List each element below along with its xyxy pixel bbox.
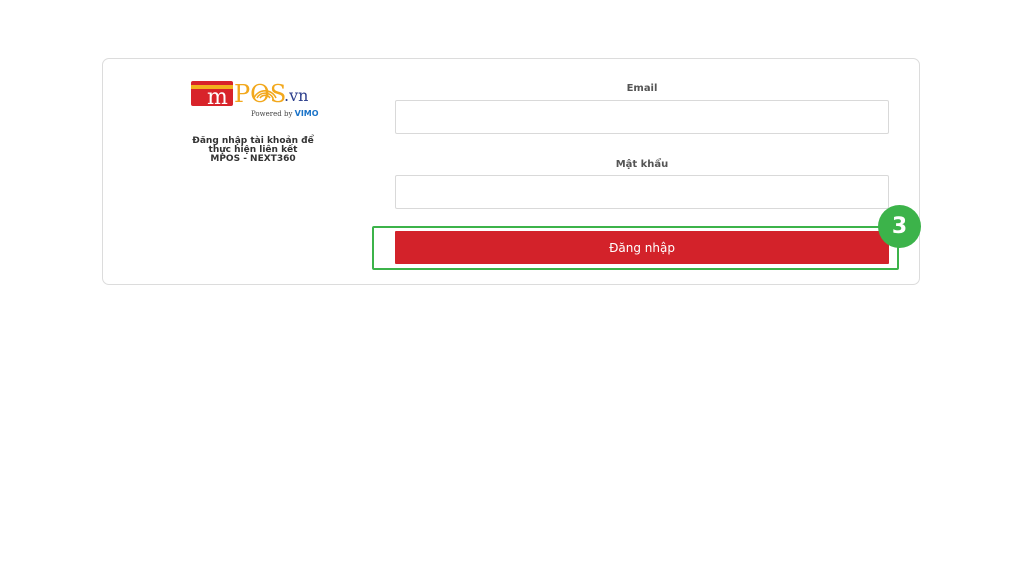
card-icon: m	[191, 81, 233, 110]
step-highlight-box	[372, 226, 899, 270]
email-label: Email	[626, 83, 658, 94]
email-input[interactable]	[395, 100, 889, 134]
brand-panel: m POS .vn Powered by VIMO Đăng nhập tài …	[103, 59, 393, 284]
powered-by: Powered by VIMO	[251, 109, 319, 119]
password-label: Mật khẩu	[615, 159, 669, 170]
signal-icon	[253, 90, 277, 99]
logo-m-text: m	[207, 85, 228, 110]
logo-tld-text: .vn	[284, 86, 309, 105]
intro-line-3: MPOS - NEXT360	[210, 154, 296, 164]
vimo-brand: VIMO	[294, 109, 319, 118]
intro-text: Đăng nhập tài khoản để thực hiện liên kế…	[153, 137, 353, 164]
mpos-logo: m POS .vn Powered by VIMO	[191, 79, 323, 121]
password-input[interactable]	[395, 175, 889, 209]
step-badge: 3	[878, 205, 921, 248]
powered-prefix: Powered by	[251, 110, 293, 118]
